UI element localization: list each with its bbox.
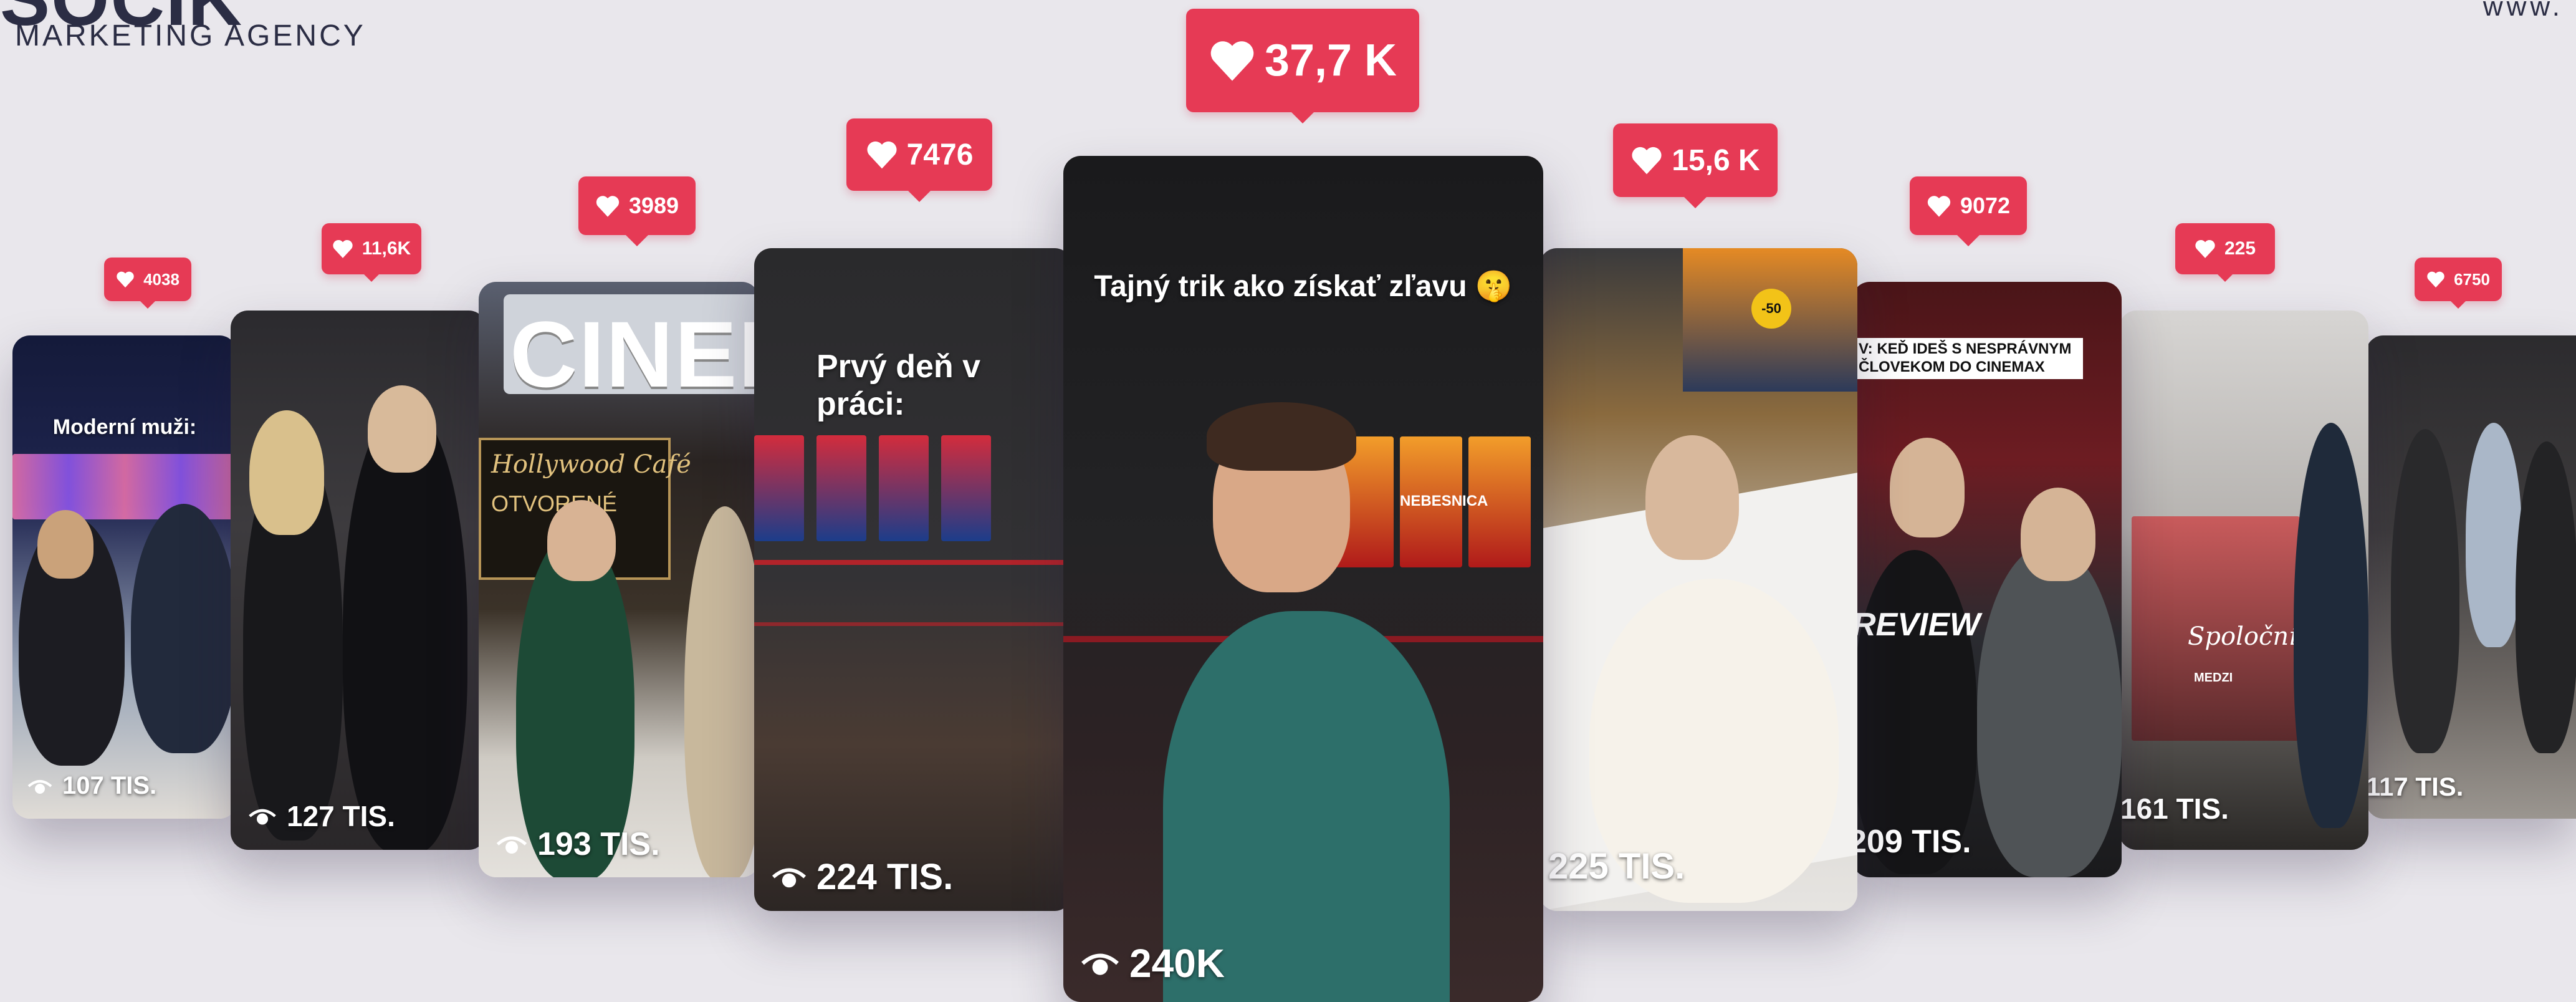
video-card[interactable]: 127 TIS.: [231, 311, 486, 850]
view-count: 240K: [1081, 940, 1225, 986]
eye-icon: [496, 836, 527, 854]
like-badge: 6750: [2415, 258, 2502, 301]
video-card[interactable]: V: KEĎ IDEŠ S NESPRÁVNYM ČLOVEKOM DO CIN…: [1852, 282, 2122, 877]
video-card[interactable]: -50 225 TIS.: [1539, 248, 1857, 911]
like-badge: 15,6 K: [1613, 123, 1778, 197]
video-caption: V: KEĎ IDEŠ S NESPRÁVNYM ČLOVEKOM DO CIN…: [1852, 338, 2083, 379]
like-badge: 7476: [846, 118, 992, 191]
video-card[interactable]: Moderní muži: 107 TIS.: [12, 335, 237, 819]
cinema-sign: CINEM: [510, 302, 759, 407]
like-count: 15,6 K: [1672, 143, 1760, 177]
like-count: 3989: [628, 193, 679, 218]
heart-icon: [596, 195, 620, 217]
heart-icon: [333, 239, 353, 258]
view-count-label: 193 TIS.: [537, 826, 660, 862]
like-count: 6750: [2454, 269, 2490, 289]
video-card[interactable]: NEBESNICA Tajný trik ako získať zľavu 🤫 …: [1063, 156, 1543, 1002]
like-count: 11,6K: [362, 238, 411, 259]
view-count: 117 TIS.: [2366, 772, 2463, 802]
eye-icon: [249, 809, 276, 825]
heart-icon: [2427, 271, 2444, 288]
like-badge: 4038: [104, 258, 191, 301]
shirt-text: REVIEW: [1852, 607, 1981, 643]
website-url[interactable]: www.: [2483, 0, 2564, 22]
brand-tagline: MARKETING AGENCY: [15, 19, 366, 52]
view-count: 161 TIS.: [2120, 792, 2229, 826]
view-count: 225 TIS.: [1548, 845, 1685, 887]
view-count-label: 224 TIS.: [816, 857, 954, 897]
video-caption: Prvý deň v práci:: [816, 349, 981, 422]
view-count-label: 209 TIS.: [1852, 824, 1971, 860]
video-caption: Moderní muži:: [52, 415, 197, 439]
eye-icon: [1081, 953, 1119, 975]
like-badge: 11,6K: [322, 223, 421, 274]
view-count-label: 117 TIS.: [2366, 772, 2464, 801]
poster-text: NEBESNICA: [1400, 493, 1488, 509]
view-count-label: 240K: [1129, 941, 1225, 986]
video-card[interactable]: CINEM Hollywood Café OTVORENÉ 193 TIS.: [479, 282, 759, 877]
heart-icon: [867, 141, 897, 169]
video-caption: Tajný trik ako získať zľavu 🤫: [1094, 270, 1513, 303]
view-count-label: 107 TIS.: [62, 772, 157, 799]
heart-icon: [117, 271, 134, 288]
video-card[interactable]: 117 TIS.: [2366, 335, 2576, 819]
eye-icon: [772, 868, 807, 888]
view-count-label: 225 TIS.: [1548, 846, 1685, 887]
view-count-label: 127 TIS.: [287, 800, 395, 832]
eye-icon: [27, 779, 52, 794]
like-badge: 37,7 K: [1186, 9, 1419, 112]
video-card[interactable]: Spoločník MEDZI 161 TIS.: [2119, 311, 2368, 850]
video-card[interactable]: Prvý deň v práci: 224 TIS.: [754, 248, 1072, 911]
like-count: 9072: [1960, 193, 2011, 218]
heart-icon: [1927, 195, 1951, 217]
like-count: 4038: [143, 269, 180, 289]
view-count: 127 TIS.: [248, 799, 395, 833]
like-badge: 3989: [578, 176, 696, 235]
cafe-sign: Hollywood Café: [491, 450, 691, 479]
like-badge: 9072: [1910, 176, 2027, 235]
like-count: 37,7 K: [1264, 36, 1397, 85]
view-count: 107 TIS.: [27, 772, 156, 800]
view-count: 193 TIS.: [496, 826, 660, 863]
heart-icon: [1632, 147, 1662, 175]
like-count: 225: [2224, 238, 2256, 259]
sale-sticker: -50: [1751, 289, 1791, 329]
view-count: 209 TIS.: [1852, 823, 1971, 860]
view-count-label: 161 TIS.: [2120, 792, 2229, 825]
like-badge: 225: [2175, 223, 2275, 274]
heart-icon: [2195, 239, 2215, 258]
view-count: 224 TIS.: [772, 856, 953, 898]
like-count: 7476: [906, 138, 974, 171]
heart-icon: [1210, 41, 1254, 81]
poster-sub: MEDZI: [2194, 671, 2233, 685]
